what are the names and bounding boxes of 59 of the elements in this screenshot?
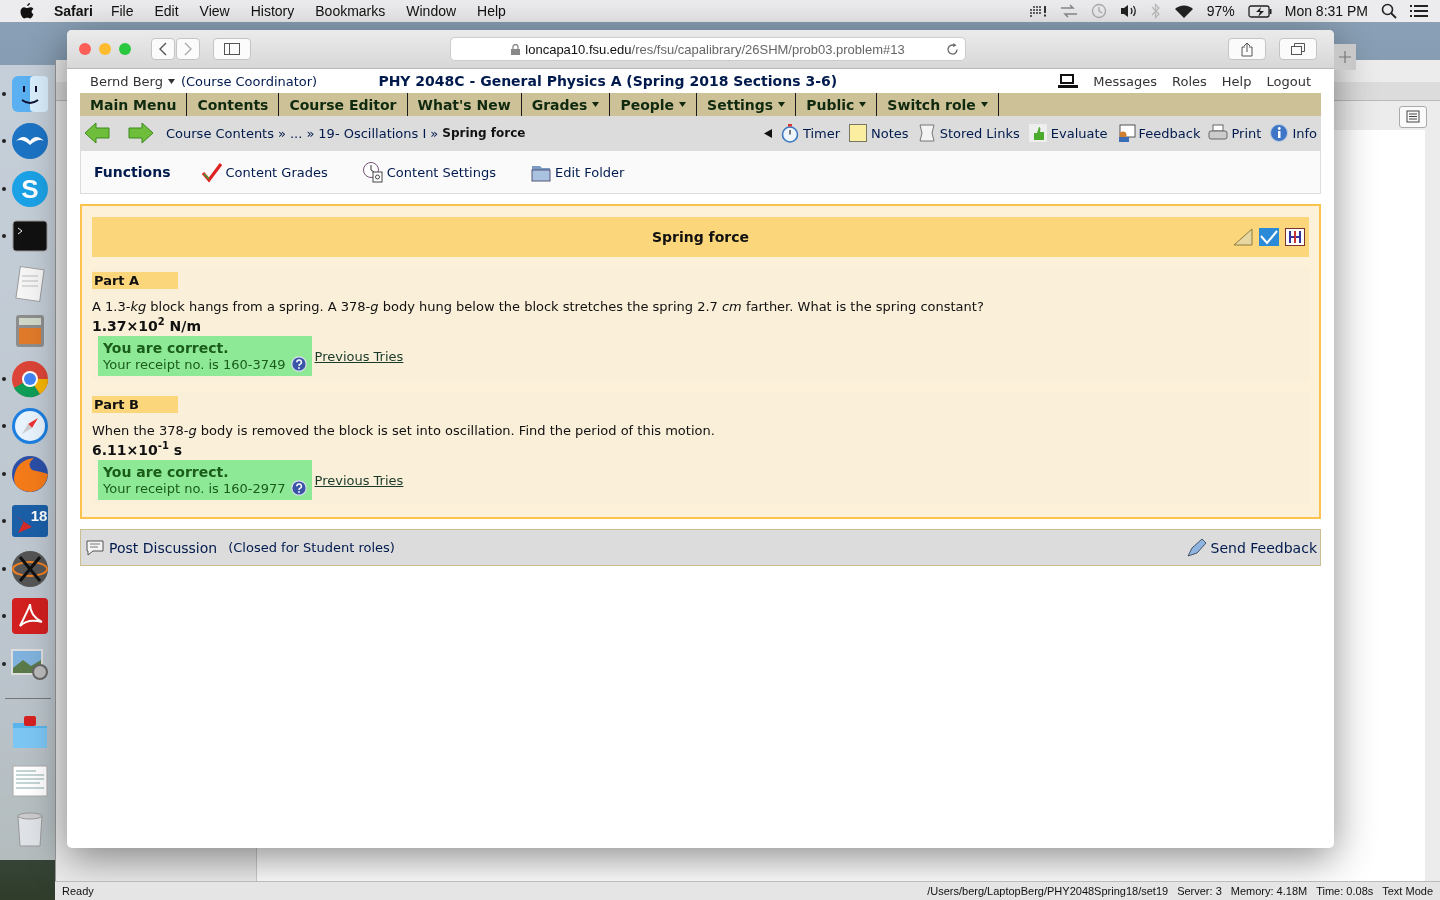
toolbar-link[interactable]: Evaluate [1027,123,1108,143]
menu-clock[interactable]: Mon 8:31 PM [1284,3,1368,19]
breadcrumb-link[interactable]: 19- Oscillations I [318,125,427,141]
status-item: Server: 3 [1177,885,1222,897]
menu-item[interactable]: File [110,3,134,19]
problem-title: Spring force [651,229,750,245]
user-role: (Course Coordinator) [180,73,318,89]
menu-item[interactable]: Window [406,3,457,19]
header-link[interactable]: Help [1221,73,1252,89]
toolbar-link[interactable]: Stored Links [916,123,1020,143]
menu-item[interactable]: Help [477,3,506,19]
url-text: loncapa10.fsu.edu/res/fsu/capalibrary/26SHM/prob03.problem#13 [525,41,905,57]
menu-item[interactable]: Bookmarks [315,3,386,19]
course-title: PHY 2048C - General Physics A (Spring 2018 Sections 3-6) [378,73,838,89]
answer-value: 1.37×10$^{2}$ N/m [92,318,203,334]
result-status: You are correct. [103,340,230,356]
status-item: /Users/berg/LaptopBerg/PHY2048Spring18/set19 [927,885,1169,897]
result-status: You are correct. [103,464,230,480]
function-link[interactable]: Content Settings [361,161,496,183]
discussion-note: (Closed for Student roles) [228,540,395,555]
part-label: Part A [92,272,178,289]
status-text: Ready [62,885,94,897]
menu-app-name[interactable]: Safari [54,3,93,19]
toolbar-link[interactable]: Feedback [1115,123,1201,143]
toolbar-link[interactable]: Timer [779,123,841,143]
breadcrumb-separator: » [278,125,286,141]
function-link[interactable]: Edit Folder [529,161,625,183]
address-field[interactable]: loncapa10.fsu.edu/res/fsu/capalibrary/26SHM/prob03.problem#13 [450,37,966,61]
function-link[interactable]: Content Grades [200,161,328,183]
post-discussion-link[interactable]: Post Discussion [109,539,218,556]
menu-item[interactable]: View [199,3,230,19]
question-text: A 1.3-kg block hangs from a spring. A 378-g body hung below the block stretches the spring 2.7 cm farther. What is the spring constant? [92,299,985,314]
breadcrumb-link[interactable]: ... [289,125,303,141]
status-item: Text Mode [1382,885,1433,897]
header-link[interactable]: Roles [1172,73,1207,89]
receipt-text: Your receipt no. is 160-2977 [103,480,286,496]
toolbar-link[interactable]: Notes [848,123,909,143]
breadcrumb-current: Spring force [442,126,526,140]
part-label: Part B [92,396,178,413]
breadcrumb-separator: » [306,125,315,141]
status-item: Memory: 4.18M [1230,885,1308,897]
status-item: Time: 0.08s [1316,885,1374,897]
breadcrumb-link[interactable]: Course Contents [166,125,274,141]
user-menu[interactable]: Bernd Berg [90,73,163,89]
previous-tries-link[interactable]: Previous Tries [314,472,404,488]
send-feedback-link[interactable]: Send Feedback [1210,539,1317,556]
answer-value: 6.11×10$^{-1}$ s [92,442,184,458]
menu-item[interactable]: Edit [154,3,179,19]
breadcrumb-separator: » [430,125,439,141]
menu-item[interactable]: History [250,3,295,19]
battery-percentage: 97% [1206,3,1235,19]
toolbar-link[interactable]: Print [1208,123,1262,143]
toolbar-link[interactable]: Info [1269,123,1317,143]
header-link[interactable]: Messages [1093,73,1158,89]
previous-tries-link[interactable]: Previous Tries [314,348,404,364]
functions-heading: Functions [94,164,171,180]
question-text: When the 378-g body is removed the block is set into oscillation. Find the period of this motion. [92,423,716,438]
receipt-text: Your receipt no. is 160-3749 [103,356,286,372]
header-link[interactable]: Logout [1266,73,1311,89]
